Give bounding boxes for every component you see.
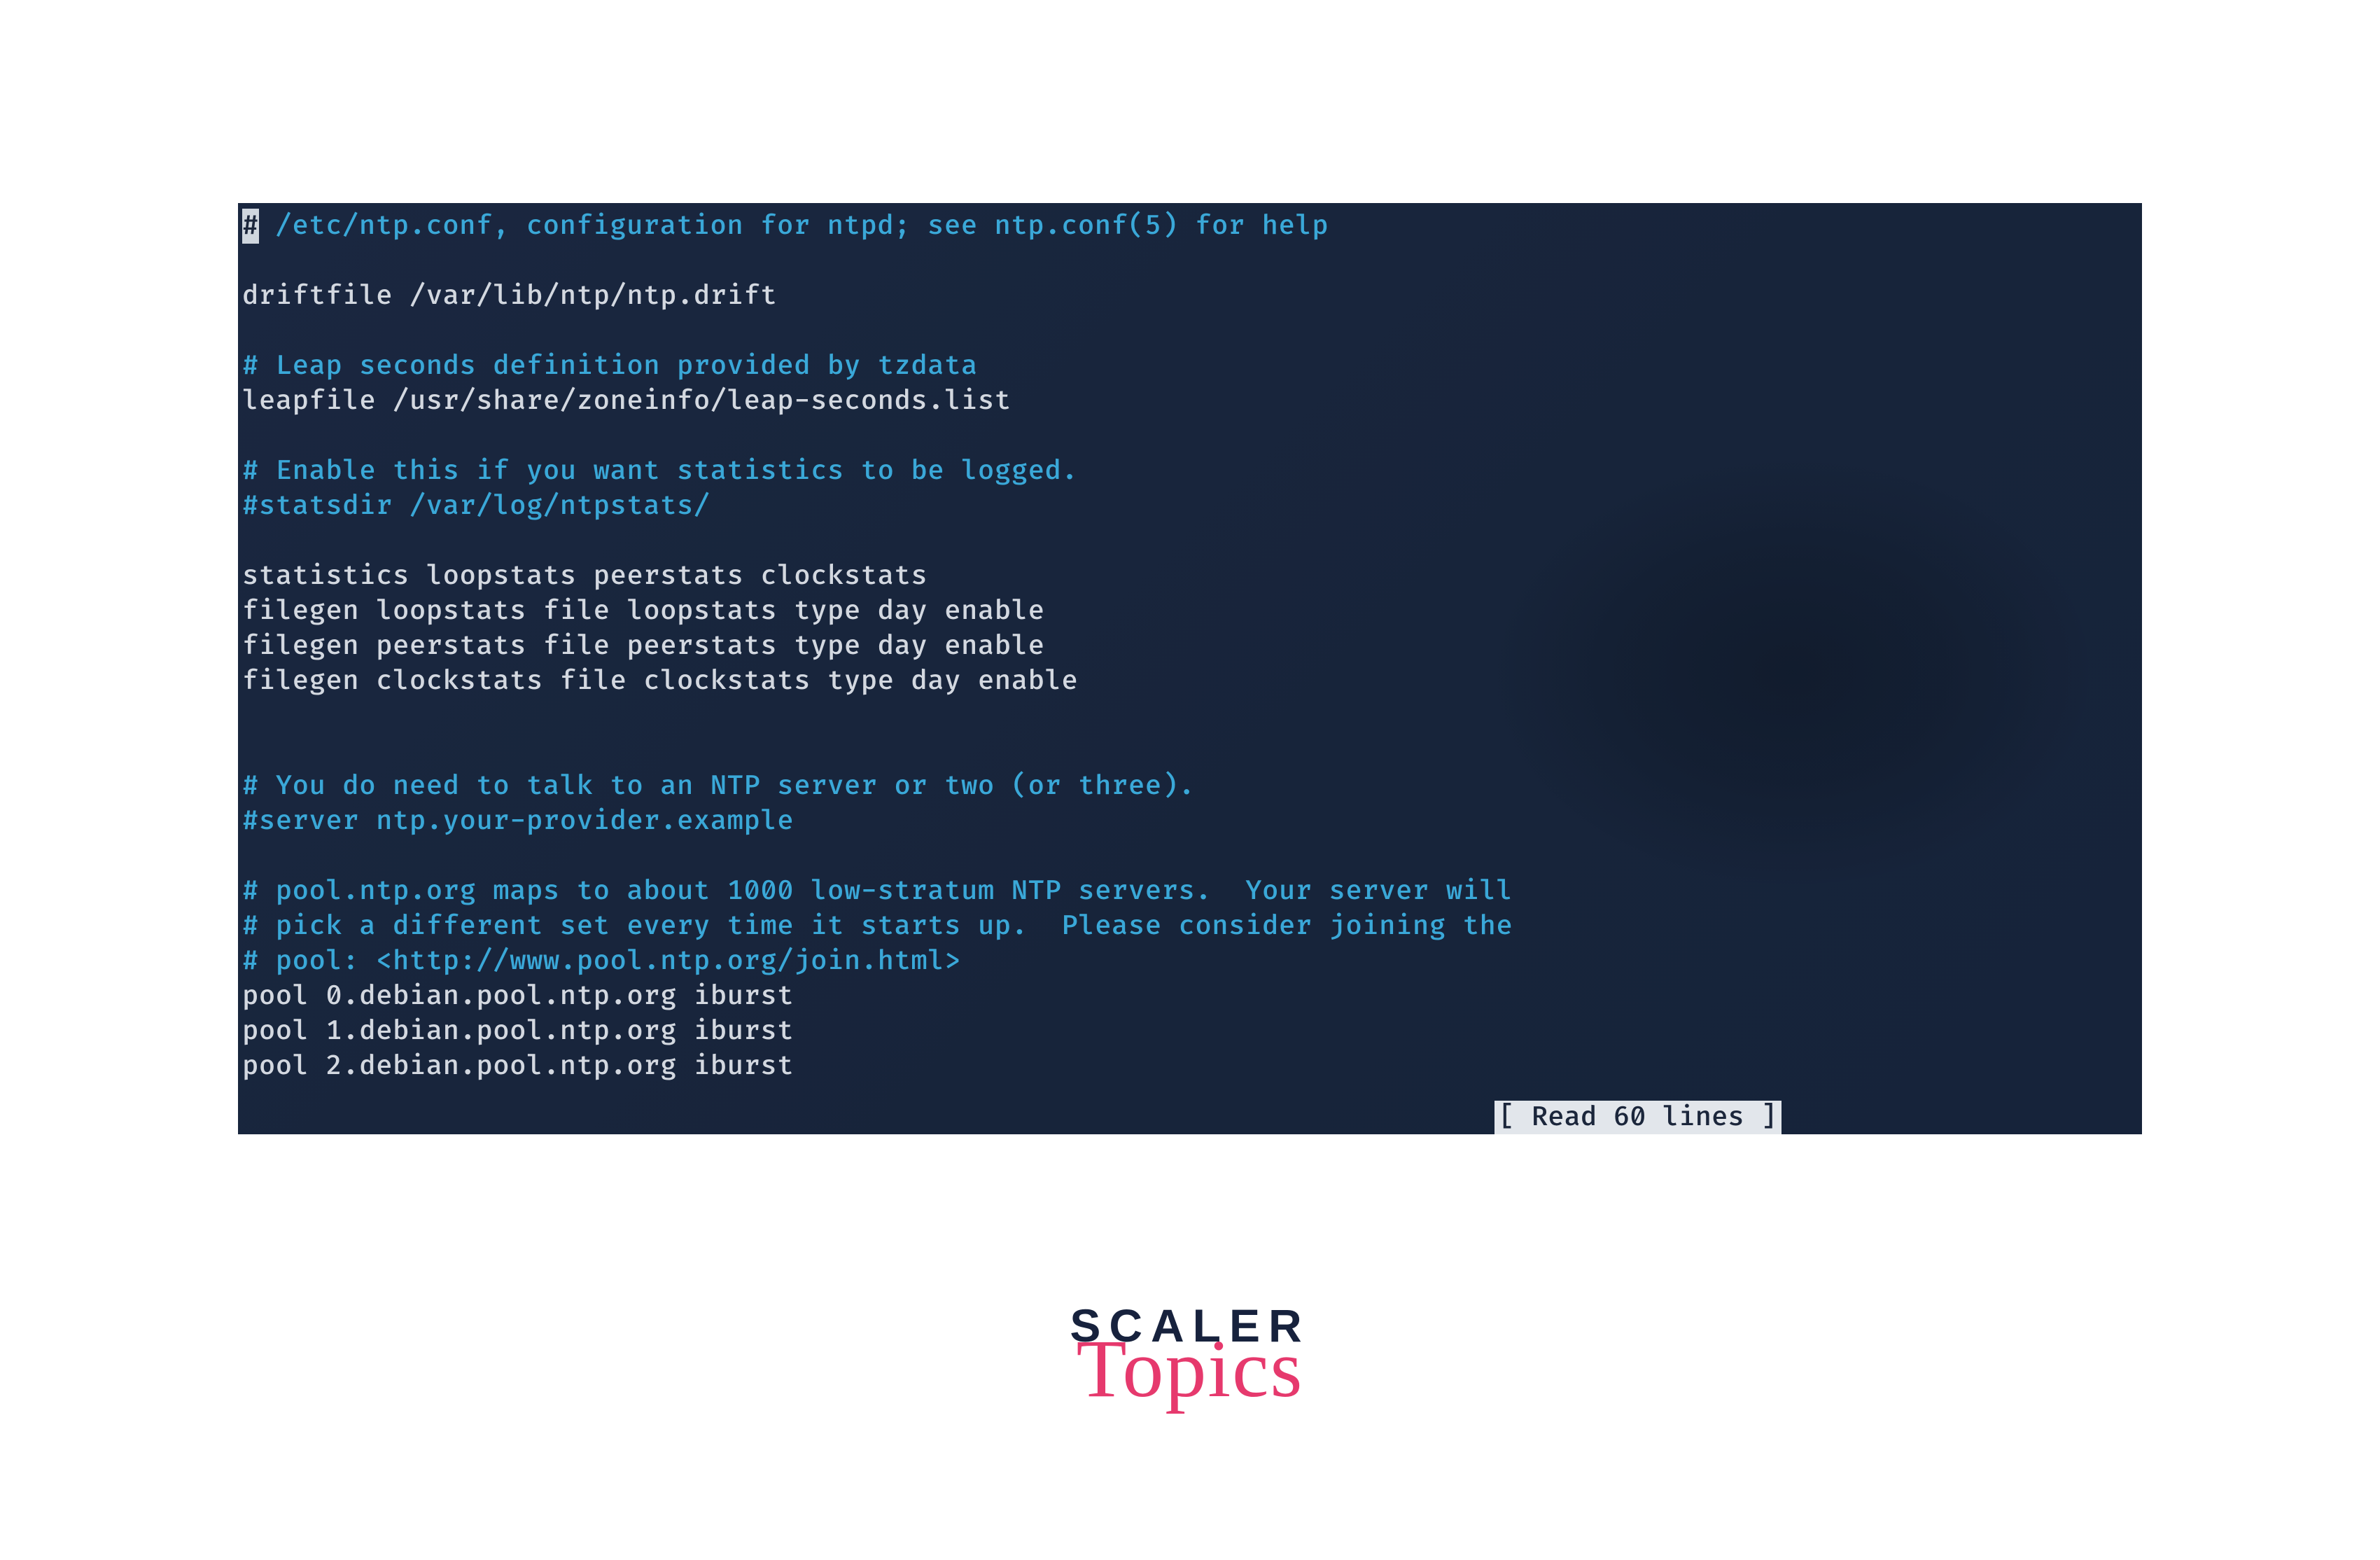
code-text: # You do need to talk to an NTP server o… bbox=[242, 769, 1195, 802]
code-text: # pick a different set every time it sta… bbox=[242, 910, 1513, 942]
code-text: # pool: <http://www.pool.ntp.org/join.ht… bbox=[242, 945, 961, 977]
page-card: # /etc/ntp.conf, configuration for ntpd;… bbox=[0, 0, 2380, 1560]
code-line[interactable]: # pool.ntp.org maps to about 1000 low-st… bbox=[238, 874, 2142, 909]
code-text: #statsdir /var/log/ntpstats/ bbox=[242, 489, 710, 522]
code-line[interactable]: leapfile /usr/share/zoneinfo/leap-second… bbox=[238, 384, 2142, 419]
code-line[interactable]: # pool: <http://www.pool.ntp.org/join.ht… bbox=[238, 944, 2142, 979]
code-line[interactable]: statistics loopstats peerstats clockstat… bbox=[238, 559, 2142, 594]
code-line[interactable] bbox=[238, 699, 2142, 734]
code-line[interactable]: # You do need to talk to an NTP server o… bbox=[238, 769, 2142, 804]
code-line[interactable] bbox=[238, 314, 2142, 349]
code-text: filegen loopstats file loopstats type da… bbox=[242, 594, 1044, 627]
code-line[interactable] bbox=[238, 244, 2142, 279]
code-line[interactable]: # Enable this if you want statistics to … bbox=[238, 454, 2142, 489]
code-text: # Leap seconds definition provided by tz… bbox=[242, 349, 978, 382]
code-text: #server ntp.your-provider.example bbox=[242, 805, 794, 837]
cursor: # bbox=[242, 209, 259, 244]
code-text: # Enable this if you want statistics to … bbox=[242, 454, 1078, 487]
code-line[interactable] bbox=[238, 524, 2142, 559]
code-text: leapfile /usr/share/zoneinfo/leap-second… bbox=[242, 384, 1011, 417]
code-text: driftfile /var/lib/ntp/ntp.drift bbox=[242, 279, 777, 312]
brand-text-bottom: Topics bbox=[1070, 1336, 1310, 1402]
branding-logo: SCALER Topics bbox=[1070, 1302, 1310, 1402]
terminal-editor[interactable]: # /etc/ntp.conf, configuration for ntpd;… bbox=[238, 203, 2142, 1134]
code-line[interactable]: #server ntp.your-provider.example bbox=[238, 804, 2142, 839]
editor-status-bar: [ Read 60 lines ] bbox=[1494, 1101, 1782, 1134]
file-content[interactable]: # /etc/ntp.conf, configuration for ntpd;… bbox=[238, 203, 2142, 1084]
code-line[interactable]: pool 0.debian.pool.ntp.org iburst bbox=[238, 979, 2142, 1014]
code-line[interactable]: # Leap seconds definition provided by tz… bbox=[238, 349, 2142, 384]
code-line[interactable] bbox=[238, 734, 2142, 769]
code-line[interactable]: pool 1.debian.pool.ntp.org iburst bbox=[238, 1014, 2142, 1049]
code-text: filegen clockstats file clockstats type … bbox=[242, 664, 1078, 697]
code-line[interactable] bbox=[238, 419, 2142, 454]
code-line[interactable]: pool 2.debian.pool.ntp.org iburst bbox=[238, 1049, 2142, 1084]
code-text: pool 2.debian.pool.ntp.org iburst bbox=[242, 1050, 794, 1082]
code-line[interactable]: #statsdir /var/log/ntpstats/ bbox=[238, 489, 2142, 524]
code-line[interactable]: filegen peerstats file peerstats type da… bbox=[238, 629, 2142, 664]
code-line[interactable]: # pick a different set every time it sta… bbox=[238, 909, 2142, 944]
code-text: pool 0.debian.pool.ntp.org iburst bbox=[242, 980, 794, 1012]
code-text: filegen peerstats file peerstats type da… bbox=[242, 629, 1044, 662]
code-line[interactable]: driftfile /var/lib/ntp/ntp.drift bbox=[238, 279, 2142, 314]
code-line[interactable] bbox=[238, 839, 2142, 874]
code-text: # pool.ntp.org maps to about 1000 low-st… bbox=[242, 875, 1513, 907]
code-line[interactable]: filegen clockstats file clockstats type … bbox=[238, 664, 2142, 699]
code-line[interactable]: # /etc/ntp.conf, configuration for ntpd;… bbox=[238, 209, 2142, 244]
code-text: statistics loopstats peerstats clockstat… bbox=[242, 559, 927, 592]
code-text: /etc/ntp.conf, configuration for ntpd; s… bbox=[259, 209, 1329, 242]
code-text: pool 1.debian.pool.ntp.org iburst bbox=[242, 1015, 794, 1047]
code-line[interactable]: filegen loopstats file loopstats type da… bbox=[238, 594, 2142, 629]
